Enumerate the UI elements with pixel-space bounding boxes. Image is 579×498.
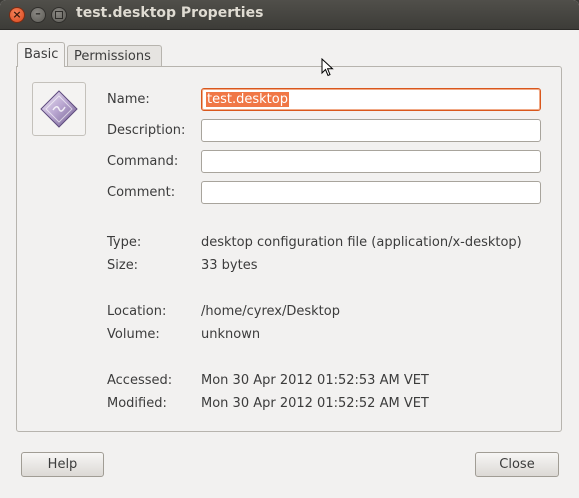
close-button[interactable]: Close: [475, 452, 559, 477]
type-label: Type:: [107, 235, 142, 250]
command-label: Command:: [107, 154, 179, 169]
tab-permissions[interactable]: Permissions: [67, 45, 162, 66]
file-icon-button[interactable]: [32, 82, 86, 136]
desktop-file-icon: [40, 90, 78, 128]
location-value: /home/cyrex/Desktop: [201, 304, 340, 319]
accessed-value: Mon 30 Apr 2012 01:52:53 AM VET: [201, 373, 429, 388]
name-label: Name:: [107, 92, 150, 107]
close-window-icon[interactable]: ×: [9, 7, 25, 23]
comment-field[interactable]: [201, 181, 541, 204]
accessed-label: Accessed:: [107, 373, 173, 388]
size-value: 33 bytes: [201, 258, 258, 273]
title-bar[interactable]: × – test.desktop Properties: [0, 0, 579, 30]
maximize-window-icon[interactable]: [51, 7, 67, 23]
tab-basic[interactable]: Basic: [17, 42, 65, 67]
volume-label: Volume:: [107, 327, 160, 342]
minimize-window-icon[interactable]: –: [30, 7, 46, 23]
mouse-cursor-icon: [321, 58, 334, 77]
type-value: desktop configuration file (application/…: [201, 235, 522, 250]
window-title: test.desktop Properties: [76, 5, 264, 21]
comment-label: Comment:: [107, 185, 176, 200]
help-button[interactable]: Help: [21, 452, 104, 477]
volume-value: unknown: [201, 327, 261, 342]
name-field-value: test.desktop: [206, 92, 289, 107]
size-label: Size:: [107, 258, 139, 273]
modified-value: Mon 30 Apr 2012 01:52:52 AM VET: [201, 396, 429, 411]
description-label: Description:: [107, 123, 186, 138]
modified-label: Modified:: [107, 396, 167, 411]
description-field[interactable]: [201, 119, 541, 142]
command-field[interactable]: [201, 150, 541, 173]
location-label: Location:: [107, 304, 167, 319]
properties-dialog: × – test.desktop Properties Basic Permis…: [0, 0, 579, 498]
name-field[interactable]: test.desktop: [201, 88, 541, 111]
